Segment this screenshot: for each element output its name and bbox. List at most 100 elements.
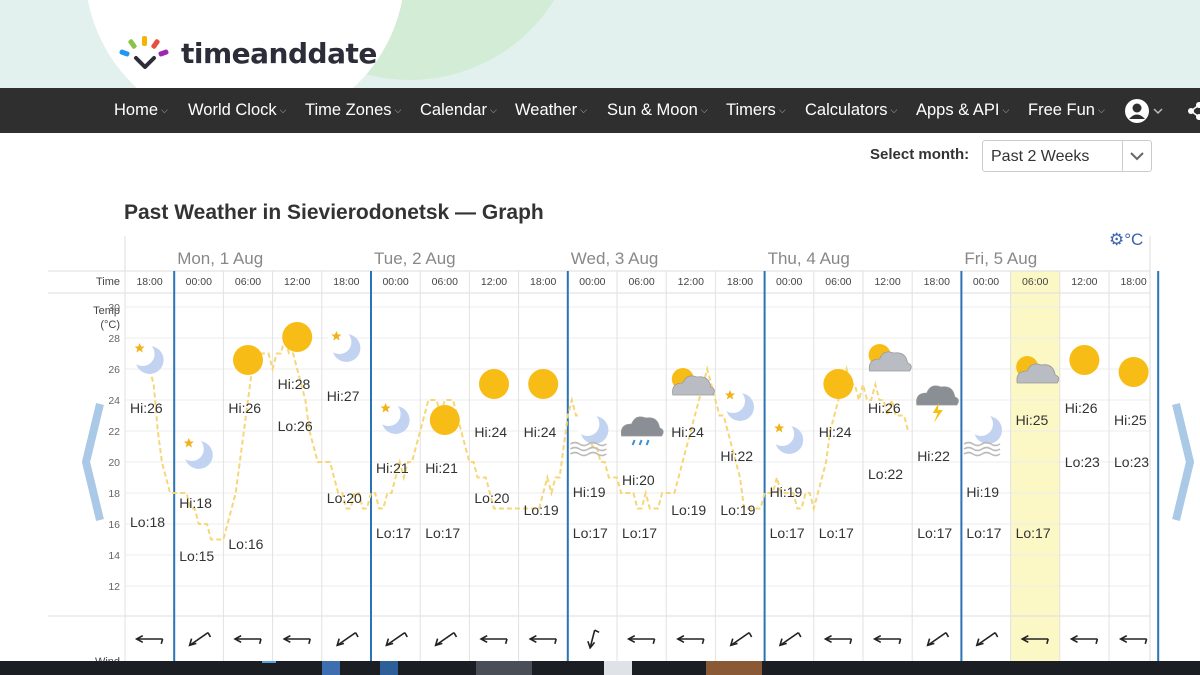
- account-circle-icon[interactable]: [1124, 98, 1164, 124]
- time-label: 00:00: [579, 276, 605, 288]
- lo-temp-label: Lo:23: [1114, 454, 1149, 470]
- time-label: 06:00: [432, 276, 458, 288]
- nav-item-time-zones[interactable]: Time Zones ⌵: [305, 88, 401, 133]
- lo-temp-label: Lo:22: [868, 466, 903, 482]
- nav-item-weather[interactable]: Weather ⌵: [515, 88, 587, 133]
- lo-temp-label: Lo:17: [376, 525, 411, 541]
- y-tick-label: 30: [108, 302, 120, 314]
- chevron-down-icon[interactable]: [1122, 141, 1151, 171]
- chevron-down-icon: ⌵: [1097, 105, 1105, 115]
- moon-mask: [376, 402, 401, 426]
- taskbar-app-icon[interactable]: [476, 661, 532, 675]
- month-select[interactable]: Past 2 Weeks: [982, 140, 1152, 172]
- lo-temp-label: Lo:17: [917, 525, 952, 541]
- hi-temp-label: Hi:19: [573, 484, 606, 500]
- temp-unit-label: (°C): [100, 319, 120, 331]
- time-label: 18:00: [136, 276, 162, 288]
- logo-rays-icon: [119, 36, 169, 69]
- nav-item-label: Time Zones: [305, 101, 392, 119]
- moon-mask: [179, 437, 204, 461]
- fog-icon: [963, 451, 1001, 457]
- nav-item-label: World Clock: [188, 101, 277, 119]
- hi-temp-label: Hi:26: [868, 400, 901, 416]
- lo-temp-label: Lo:17: [425, 525, 460, 541]
- wind-arrow-icon: [823, 634, 853, 645]
- lo-temp-label: Lo:20: [327, 490, 362, 506]
- wind-arrow-icon: [188, 631, 212, 647]
- taskbar-app-icon[interactable]: [604, 661, 632, 675]
- sun-icon: [1118, 357, 1149, 387]
- sun-icon: [429, 405, 460, 435]
- moon-mask: [575, 412, 600, 436]
- nav-item-label: Timers: [726, 101, 776, 119]
- time-label: 12:00: [874, 276, 900, 288]
- lightning-icon: [932, 403, 943, 423]
- y-tick-label: 22: [108, 426, 120, 438]
- lo-temp-label: Lo:17: [819, 525, 854, 541]
- taskbar-app-icon[interactable]: [262, 661, 276, 675]
- hi-temp-label: Hi:25: [1114, 412, 1147, 428]
- wind-arrow-icon: [233, 634, 262, 645]
- time-label: 18:00: [727, 276, 753, 288]
- lo-temp-label: Lo:15: [179, 548, 214, 564]
- wind-arrow-icon: [626, 634, 656, 645]
- nav-item-label: Weather: [515, 101, 578, 119]
- wind-arrow-icon: [1069, 634, 1099, 645]
- share-icon[interactable]: [1186, 98, 1200, 124]
- nav-item-sun-moon[interactable]: Sun & Moon ⌵: [607, 88, 708, 133]
- wind-arrow-icon: [975, 631, 999, 647]
- lo-temp-label: Lo:17: [573, 525, 608, 541]
- time-label: 12:00: [284, 276, 310, 288]
- hi-temp-label: Hi:27: [327, 388, 360, 404]
- hi-temp-label: Hi:25: [1016, 412, 1049, 428]
- hi-temp-label: Hi:21: [425, 460, 458, 476]
- taskbar-app-icon[interactable]: [706, 661, 762, 675]
- nav-item-label: Sun & Moon: [607, 101, 698, 119]
- lo-temp-label: Lo:23: [1065, 454, 1100, 470]
- moon-mask: [969, 412, 993, 436]
- chevron-down-icon: ⌵: [1002, 105, 1010, 115]
- y-tick-label: 26: [108, 364, 120, 376]
- wind-arrow-icon: [872, 634, 902, 645]
- hi-temp-label: Hi:28: [278, 376, 311, 392]
- select-month-label: Select month:: [870, 146, 970, 163]
- time-label: 06:00: [235, 276, 261, 288]
- wind-arrow-icon: [434, 631, 458, 647]
- moon-mask: [770, 422, 795, 446]
- wind-arrow-icon: [134, 634, 164, 645]
- hi-temp-label: Hi:24: [671, 424, 704, 440]
- next-arrow-icon[interactable]: [1172, 403, 1194, 521]
- wind-arrow-icon: [282, 634, 311, 645]
- time-label: 00:00: [973, 276, 999, 288]
- time-row-label: Time: [96, 276, 120, 288]
- nav-item-apps-api[interactable]: Apps & API ⌵: [916, 88, 1009, 133]
- lo-temp-label: Lo:19: [671, 502, 706, 518]
- hi-temp-label: Hi:22: [917, 448, 950, 464]
- wind-arrow-icon: [1118, 634, 1148, 645]
- nav-item-label: Free Fun: [1028, 101, 1095, 119]
- fog-icon: [963, 446, 1001, 452]
- y-tick-label: 20: [108, 457, 120, 469]
- nav-item-label: Apps & API: [916, 101, 1000, 119]
- nav-item-calculators[interactable]: Calculators ⌵: [805, 88, 897, 133]
- hi-temp-label: Hi:26: [130, 400, 163, 416]
- hi-temp-label: Hi:20: [622, 472, 655, 488]
- time-label: 18:00: [924, 276, 950, 288]
- lo-temp-label: Lo:17: [622, 525, 657, 541]
- day-label: Mon, 1 Aug: [177, 249, 263, 268]
- lo-temp-label: Lo:26: [278, 418, 313, 434]
- nav-item-calendar[interactable]: Calendar ⌵: [420, 88, 497, 133]
- taskbar-app-icon[interactable]: [322, 661, 340, 675]
- nav-item-world-clock[interactable]: World Clock ⌵: [188, 88, 286, 133]
- nav-item-timers[interactable]: Timers ⌵: [726, 88, 786, 133]
- y-tick-label: 24: [108, 395, 120, 407]
- chevron-down-icon: ⌵: [778, 105, 786, 115]
- wind-arrow-icon: [729, 631, 753, 647]
- rain-drop: [638, 439, 643, 446]
- day-label: Wed, 3 Aug: [571, 249, 659, 268]
- nav-item-free-fun[interactable]: Free Fun ⌵: [1028, 88, 1105, 133]
- prev-arrow-icon[interactable]: [82, 403, 104, 521]
- nav-item-home[interactable]: Home ⌵: [114, 88, 168, 133]
- site-logo[interactable]: timeanddate: [117, 34, 377, 72]
- taskbar-app-icon[interactable]: [380, 661, 398, 675]
